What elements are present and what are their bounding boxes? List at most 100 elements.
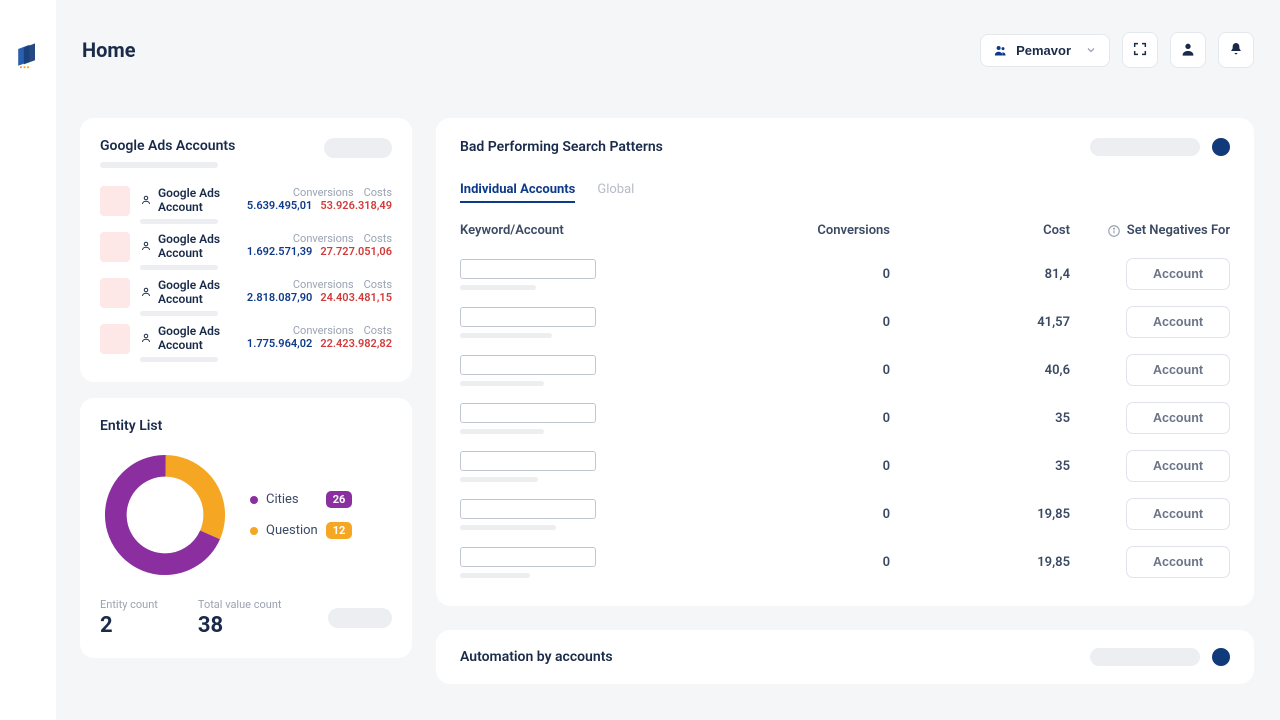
app-logo [14,42,42,70]
notifications-button[interactable] [1218,32,1254,68]
account-row[interactable]: Google Ads Account Conversions Costs 1.7… [100,324,392,362]
row-conversions: 0 [760,555,890,570]
set-negative-account-button[interactable]: Account [1126,546,1230,578]
costs-label: Costs [364,232,392,245]
skeleton [460,525,556,530]
skeleton [140,311,218,316]
user-icon [1180,41,1196,60]
workspace-selector[interactable]: Pemavor [980,34,1110,67]
legend-count-badge: 26 [326,491,353,508]
skeleton [100,162,218,168]
keyword-input[interactable] [460,259,596,279]
skeleton [460,429,544,434]
account-row[interactable]: Google Ads Account Conversions Costs 1.6… [100,232,392,270]
table-header: Keyword/Account Conversions Cost Set Neg… [460,223,1230,250]
costs-value: 22.423.982,82 [320,337,392,350]
legend-dot [250,496,258,504]
costs-label: Costs [364,186,392,199]
google-ads-title: Google Ads Accounts [100,138,235,154]
row-conversions: 0 [760,363,890,378]
costs-value: 53.926.318,49 [320,199,392,212]
account-row[interactable]: Google Ads Account Conversions Costs 5.6… [100,186,392,224]
set-negative-account-button[interactable]: Account [1126,402,1230,434]
tab-global[interactable]: Global [597,182,634,203]
tab-individual-accounts[interactable]: Individual Accounts [460,182,575,203]
keyword-input[interactable] [460,499,596,519]
row-conversions: 0 [760,411,890,426]
panel-action-dot[interactable] [1212,138,1230,156]
set-negative-account-button[interactable]: Account [1126,306,1230,338]
table-row: 0 35 Account [460,394,1230,442]
row-cost: 35 [890,411,1070,426]
skeleton [1090,648,1200,666]
sidebar [0,0,56,720]
set-negative-account-button[interactable]: Account [1126,258,1230,290]
info-icon [1107,224,1121,238]
legend-item: Cities 26 [250,491,352,508]
keyword-input[interactable] [460,547,596,567]
row-conversions: 0 [760,507,890,522]
set-negative-account-button[interactable]: Account [1126,450,1230,482]
skeleton [140,357,218,362]
conversions-value: 1.692.571,39 [247,245,312,258]
fullscreen-button[interactable] [1122,32,1158,68]
entity-count-value: 2 [100,613,158,638]
total-value-label: Total value count [198,598,282,611]
keyword-input[interactable] [460,403,596,423]
row-cost: 19,85 [890,507,1070,522]
skeleton [460,333,552,338]
col-cost: Cost [890,223,1070,238]
set-negative-account-button[interactable]: Account [1126,498,1230,530]
skeleton [140,219,218,224]
set-negative-account-button[interactable]: Account [1126,354,1230,386]
google-ads-accounts-card: Google Ads Accounts Google Ads Account C… [80,118,412,382]
row-cost: 35 [890,459,1070,474]
account-thumbnail [100,186,130,216]
profile-button[interactable] [1170,32,1206,68]
keyword-input[interactable] [460,307,596,327]
entity-list-card: Entity List Cities 26 Question 12 Entity… [80,398,412,658]
skeleton [140,265,218,270]
conversions-label: Conversions [293,278,354,291]
user-icon [140,240,152,252]
panel-action-dot[interactable] [1212,648,1230,666]
chevron-down-icon [1085,44,1097,56]
conversions-label: Conversions [293,186,354,199]
skeleton [460,477,538,482]
costs-value: 27.727.051,06 [320,245,392,258]
col-set-negatives: Set Negatives For [1127,223,1230,238]
skeleton [1090,138,1200,156]
conversions-label: Conversions [293,232,354,245]
conversions-value: 5.639.495,01 [247,199,312,212]
conversions-value: 2.818.087,90 [247,291,312,304]
keyword-input[interactable] [460,451,596,471]
table-row: 0 19,85 Account [460,538,1230,586]
row-conversions: 0 [760,459,890,474]
row-cost: 19,85 [890,555,1070,570]
legend-label: Question [266,523,318,538]
account-row[interactable]: Google Ads Account Conversions Costs 2.8… [100,278,392,316]
people-icon [993,43,1008,58]
costs-label: Costs [364,324,392,337]
expand-icon [1132,41,1148,60]
bell-icon [1228,41,1244,60]
account-thumbnail [100,278,130,308]
keyword-input[interactable] [460,355,596,375]
conversions-label: Conversions [293,324,354,337]
table-row: 0 81,4 Account [460,250,1230,298]
entity-count-label: Entity count [100,598,158,611]
legend-dot [250,527,258,535]
conversions-value: 1.775.964,02 [247,337,312,350]
bad-patterns-panel: Bad Performing Search Patterns Individua… [436,118,1254,606]
skeleton [460,573,530,578]
total-value-count: 38 [198,613,282,638]
bad-patterns-title: Bad Performing Search Patterns [460,139,663,155]
account-thumbnail [100,324,130,354]
col-conversions: Conversions [760,223,890,238]
user-icon [140,286,152,298]
row-cost: 40,6 [890,363,1070,378]
skeleton [460,285,536,290]
table-row: 0 41,57 Account [460,298,1230,346]
account-name: Google Ads Account [158,324,237,352]
legend-count-badge: 12 [326,522,353,539]
